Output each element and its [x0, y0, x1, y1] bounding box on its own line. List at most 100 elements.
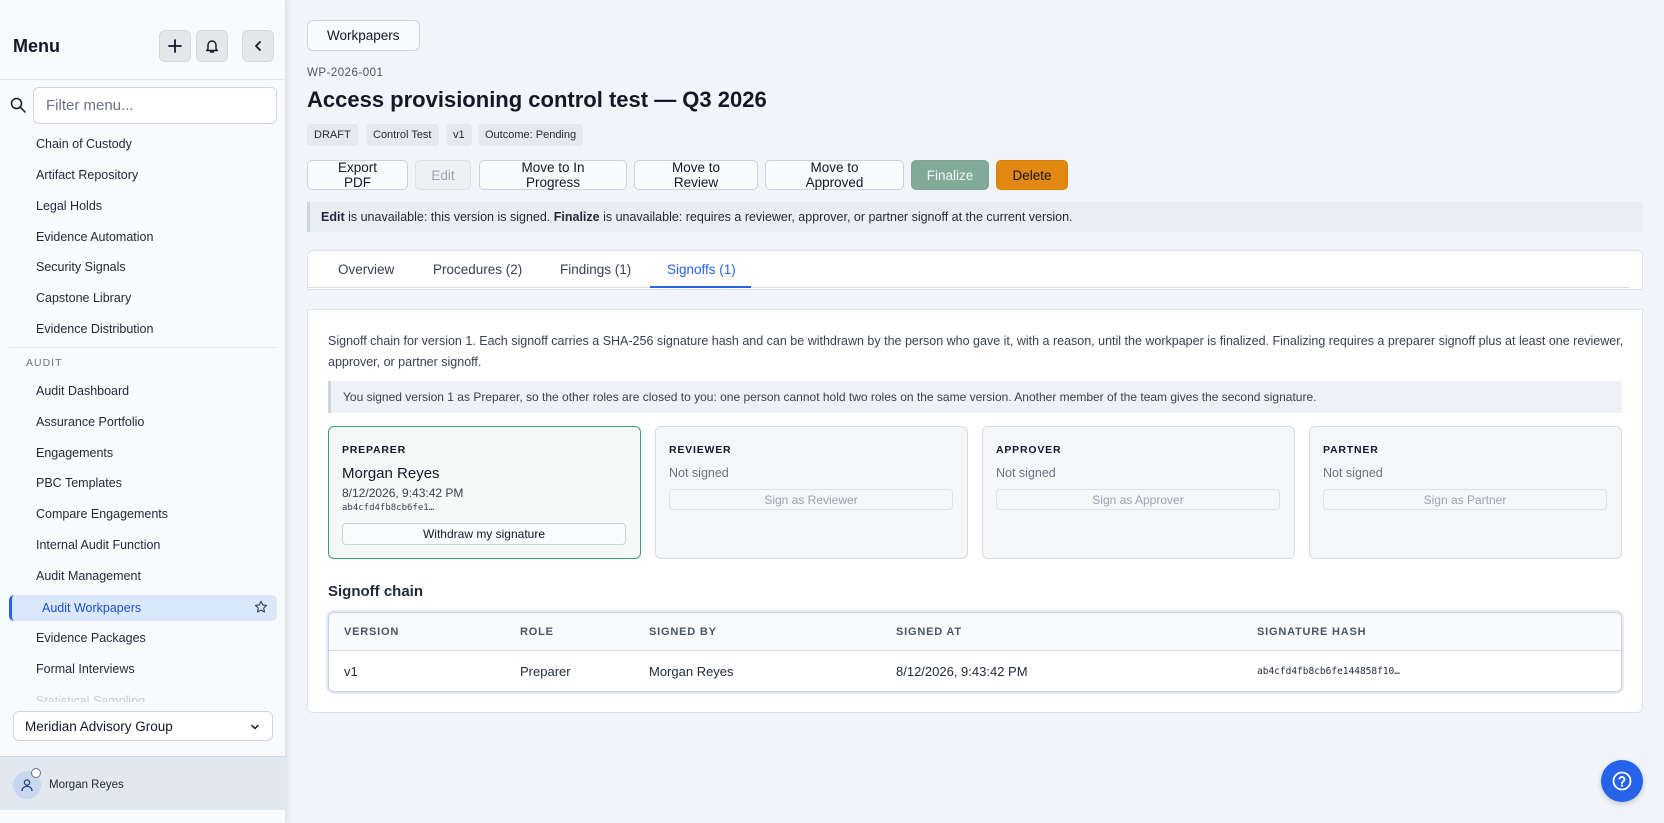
role-title: APPROVER: [996, 444, 1062, 456]
sidebar-item-engagements[interactable]: Engagements: [36, 446, 113, 460]
sidebar-header: Menu: [0, 0, 286, 80]
user-name: Morgan Reyes: [49, 779, 124, 791]
sidebar-item-internal-audit-function[interactable]: Internal Audit Function: [36, 538, 160, 552]
sidebar-item-pbc-templates[interactable]: PBC Templates: [36, 476, 122, 490]
user-icon: [21, 779, 33, 792]
add-button[interactable]: [159, 30, 191, 62]
sidebar-divider: [9, 347, 277, 348]
sidebar-item-assurance-portfolio[interactable]: Assurance Portfolio: [36, 415, 144, 429]
breadcrumb-workpapers[interactable]: Workpapers: [307, 20, 420, 51]
sidebar-menu-list: Chain of Custody Artifact Repository Leg…: [0, 130, 286, 707]
signoff-description: Signoff chain for version 1. Each signof…: [328, 334, 1624, 369]
sidebar-item-compare-engagements[interactable]: Compare Engagements: [36, 507, 168, 521]
role-title: PREPARER: [342, 444, 406, 456]
sidebar-item-evidence-distribution[interactable]: Evidence Distribution: [36, 322, 153, 336]
chevron-left-icon: [255, 41, 261, 51]
signed-at: 8/12/2026, 9:43:42 PM: [342, 486, 464, 500]
collapse-sidebar-button[interactable]: [242, 30, 274, 62]
sidebar: Menu Chain of Custody Artifact Repositor…: [0, 0, 286, 823]
reviewer-card: REVIEWER Not signed Sign as Reviewer: [655, 426, 968, 559]
column-header-role: ROLE: [520, 626, 554, 638]
signer-name: Morgan Reyes: [342, 465, 440, 482]
signoff-chain-table: VERSION ROLE SIGNED BY SIGNED AT SIGNATU…: [328, 612, 1622, 692]
withdraw-signature-button[interactable]: Withdraw my signature: [342, 523, 626, 545]
user-profile[interactable]: Morgan Reyes: [0, 756, 286, 810]
delete-button[interactable]: Delete: [996, 160, 1068, 190]
sidebar-item-audit-management[interactable]: Audit Management: [36, 569, 141, 583]
column-header-signed-at: SIGNED AT: [896, 626, 962, 638]
active-tab-indicator: [650, 286, 751, 288]
sidebar-item-formal-interviews[interactable]: Formal Interviews: [36, 662, 135, 676]
cell-signed-by: Morgan Reyes: [649, 664, 734, 679]
move-to-approved-button[interactable]: Move to Approved: [765, 160, 904, 190]
move-to-review-button[interactable]: Move to Review: [634, 160, 758, 190]
role-status: Not signed: [669, 466, 729, 480]
star-icon[interactable]: [254, 600, 268, 614]
approver-card: APPROVER Not signed Sign as Approver: [982, 426, 1295, 559]
role-title: PARTNER: [1323, 444, 1379, 456]
export-pdf-button[interactable]: Export PDF: [307, 160, 408, 190]
bell-icon: [206, 40, 218, 53]
signoff-info-box: You signed version 1 as Preparer, so the…: [328, 381, 1622, 413]
role-title: REVIEWER: [669, 444, 732, 456]
signoff-chain-title: Signoff chain: [328, 583, 423, 600]
sign-as-approver-button[interactable]: Sign as Approver: [996, 489, 1280, 510]
sidebar-item-label: Audit Workpapers: [42, 601, 142, 615]
sidebar-item-evidence-automation[interactable]: Evidence Automation: [36, 230, 153, 244]
sidebar-item-audit-workpapers[interactable]: Audit Workpapers: [9, 595, 277, 621]
sidebar-item-artifact-repository[interactable]: Artifact Repository: [36, 168, 138, 182]
organization-name: Meridian Advisory Group: [25, 719, 173, 734]
cell-signature-hash: ab4cfd4fb8cb6fe144858f10…: [1257, 666, 1400, 677]
sidebar-item-faded[interactable]: Statistical Sampling: [36, 694, 145, 702]
finalize-button[interactable]: Finalize: [911, 160, 989, 190]
help-button[interactable]: [1601, 760, 1643, 802]
column-header-version: VERSION: [344, 626, 400, 638]
edit-button[interactable]: Edit: [415, 160, 471, 190]
help-icon: [1612, 771, 1632, 791]
sidebar-title: Menu: [13, 36, 60, 56]
sidebar-section-audit: AUDIT: [26, 357, 63, 369]
sign-as-partner-button[interactable]: Sign as Partner: [1323, 489, 1607, 510]
role-status: Not signed: [996, 466, 1056, 480]
notice-edit-label: Edit: [321, 210, 345, 224]
preparer-card: PREPARER Morgan Reyes 8/12/2026, 9:43:42…: [328, 426, 641, 559]
role-status: Not signed: [1323, 466, 1383, 480]
cell-version: v1: [344, 664, 358, 679]
cell-signed-at: 8/12/2026, 9:43:42 PM: [896, 664, 1028, 679]
version-badge: v1: [446, 124, 472, 146]
status-badge: DRAFT: [307, 124, 358, 146]
tab-signoffs[interactable]: Signoffs (1): [667, 262, 736, 277]
move-to-in-progress-button[interactable]: Move to In Progress: [479, 160, 627, 190]
cell-role: Preparer: [520, 664, 571, 679]
sidebar-item-evidence-packages[interactable]: Evidence Packages: [36, 631, 146, 645]
notifications-button[interactable]: [196, 30, 228, 62]
sidebar-item-audit-dashboard[interactable]: Audit Dashboard: [36, 384, 129, 398]
tab-findings[interactable]: Findings (1): [560, 262, 631, 277]
notice-finalize-text: is unavailable: requires a reviewer, app…: [599, 210, 1073, 224]
sidebar-item-security-signals[interactable]: Security Signals: [36, 260, 126, 274]
organization-select[interactable]: Meridian Advisory Group: [13, 711, 273, 741]
table-header: VERSION ROLE SIGNED BY SIGNED AT SIGNATU…: [329, 613, 1621, 651]
plus-icon: [168, 39, 182, 53]
column-header-signature-hash: SIGNATURE HASH: [1257, 626, 1367, 638]
availability-notice: Edit is unavailable: this version is sig…: [307, 202, 1643, 232]
filter-menu-input[interactable]: [33, 87, 277, 124]
sidebar-item-chain-of-custody[interactable]: Chain of Custody: [36, 137, 132, 151]
notice-finalize-label: Finalize: [553, 210, 600, 224]
type-badge: Control Test: [366, 124, 439, 146]
workpaper-id: WP-2026-001: [307, 67, 384, 79]
chevron-down-icon: [251, 724, 259, 730]
notice-edit-text: is unavailable: this version is signed.: [344, 210, 554, 224]
tab-overview[interactable]: Overview: [338, 262, 394, 277]
page-title: Access provisioning control test — Q3 20…: [307, 87, 767, 112]
sidebar-item-capstone-library[interactable]: Capstone Library: [36, 291, 131, 305]
sidebar-item-legal-holds[interactable]: Legal Holds: [36, 199, 102, 213]
outcome-badge: Outcome: Pending: [478, 124, 584, 146]
sign-as-reviewer-button[interactable]: Sign as Reviewer: [669, 489, 953, 510]
tab-procedures[interactable]: Procedures (2): [433, 262, 522, 277]
partner-card: PARTNER Not signed Sign as Partner: [1309, 426, 1622, 559]
column-header-signed-by: SIGNED BY: [649, 626, 717, 638]
settings-badge-icon: [31, 768, 41, 778]
signature-hash: ab4cfd4fb8cb6fe1…: [342, 503, 435, 513]
tabs-divider: [307, 287, 1629, 288]
